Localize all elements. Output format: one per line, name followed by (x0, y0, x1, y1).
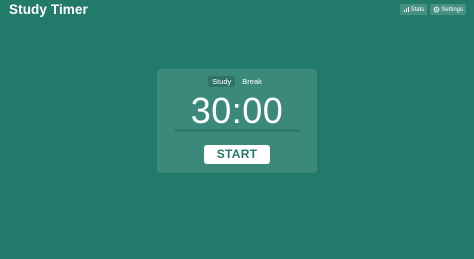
tab-study[interactable]: Study (208, 76, 236, 87)
app-title: Study Timer (9, 2, 88, 17)
bar-chart-icon (403, 6, 410, 13)
gear-icon (433, 6, 440, 13)
settings-button[interactable]: Settings (430, 4, 466, 15)
stats-button[interactable]: Stats (399, 4, 428, 15)
stats-button-label: Stats (410, 6, 425, 13)
time-display: 30:00 (190, 90, 284, 131)
settings-button-label: Settings (441, 6, 463, 13)
mode-tabs: Study Break (157, 76, 317, 87)
tab-break[interactable]: Break (238, 76, 266, 87)
progress-bar (174, 129, 300, 132)
timer-card: Study Break 30:00 START (157, 69, 317, 173)
start-button[interactable]: START (204, 145, 270, 164)
header-actions: Stats Settings (399, 4, 466, 15)
